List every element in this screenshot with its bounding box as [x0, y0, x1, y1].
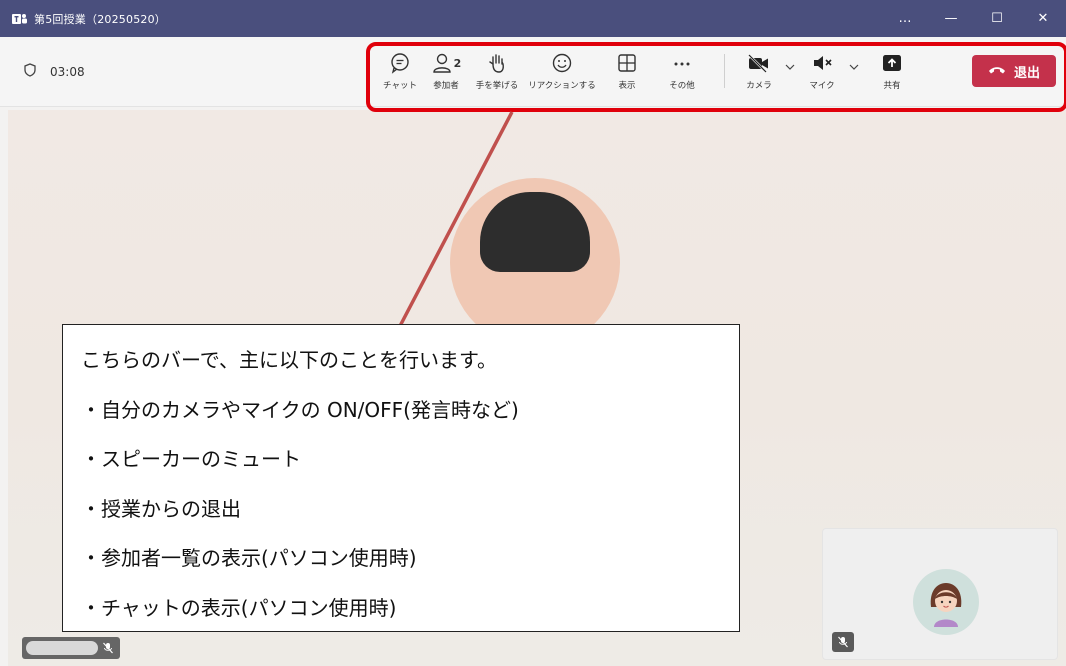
- reactions-button[interactable]: リアクションする: [522, 50, 602, 98]
- callout-line-participants: ・参加者一覧の表示(パソコン使用時): [81, 546, 417, 570]
- speaker-muted-icon: [811, 50, 833, 76]
- leave-label: 退出: [1013, 65, 1040, 81]
- share-label: 共有: [883, 81, 901, 91]
- teams-logo-icon: [12, 11, 28, 27]
- participant-mic-muted-icon: [98, 638, 118, 658]
- participants-button[interactable]: 2 参加者: [420, 50, 472, 98]
- meeting-toolbar: 03:08 チャット 2 参加者 手を挙げる リアクションする 表示 その他 カ…: [0, 37, 1066, 107]
- self-mic-muted-icon: [832, 632, 854, 652]
- chat-button[interactable]: チャット: [380, 50, 420, 98]
- shield-icon: [24, 63, 36, 80]
- chat-bubble-icon: [389, 50, 411, 76]
- callout-line-intro: こちらのバーで、主に以下のことを行います。: [81, 348, 497, 372]
- mic-options-chevron-icon[interactable]: [845, 54, 863, 80]
- callout-line-chat: ・チャットの表示(パソコン使用時): [81, 595, 397, 620]
- view-button[interactable]: 表示: [602, 50, 652, 98]
- camera-off-icon: [747, 50, 771, 76]
- people-icon: 2: [431, 50, 462, 76]
- redacted-name-bar: [26, 641, 98, 655]
- reactions-label: リアクションする: [528, 81, 596, 91]
- callout-line-speaker-mute: ・スピーカーのミュート: [81, 447, 301, 471]
- callout-line-camera-mic: ・自分のカメラやマイクの ON/OFF(発言時など): [81, 397, 519, 422]
- camera-label: カメラ: [746, 81, 772, 91]
- self-video-tile[interactable]: [822, 528, 1058, 660]
- camera-options-chevron-icon[interactable]: [781, 54, 799, 80]
- participant-name-tag: [22, 637, 120, 659]
- mic-toggle-button[interactable]: マイク: [799, 50, 845, 98]
- meeting-timer: 03:08: [24, 63, 85, 80]
- callout-line-leave: ・授業からの退出: [81, 496, 241, 521]
- smiley-icon: [551, 50, 573, 76]
- view-label: 表示: [618, 81, 636, 91]
- chat-label: チャット: [383, 81, 417, 91]
- raise-hand-button[interactable]: 手を挙げる: [472, 50, 522, 98]
- grid-view-icon: [616, 50, 638, 76]
- participant-count: 2: [453, 56, 462, 70]
- hand-icon: [486, 50, 508, 76]
- more-label: その他: [669, 81, 695, 91]
- maximize-button[interactable]: ☐: [974, 0, 1020, 37]
- toolbar-divider: [724, 54, 725, 88]
- minimize-button[interactable]: —: [928, 0, 974, 37]
- hang-up-phone-icon: [988, 64, 1006, 79]
- avatar-hair: [480, 192, 590, 272]
- more-window-options-button[interactable]: …: [882, 0, 928, 37]
- close-window-button[interactable]: ✕: [1020, 0, 1066, 37]
- mic-label: マイク: [809, 81, 835, 91]
- share-screen-icon: [881, 50, 903, 76]
- self-avatar-icon: [913, 569, 979, 635]
- title-bar: 第5回授業（20250520） … — ☐ ✕: [0, 0, 1066, 37]
- raise-hand-label: 手を挙げる: [475, 81, 519, 91]
- explanation-callout: こちらのバーで、主に以下のことを行います。 ・自分のカメラやマイクの ON/OF…: [62, 324, 740, 632]
- leave-button[interactable]: 退出: [972, 55, 1056, 87]
- camera-toggle-button[interactable]: カメラ: [737, 50, 781, 98]
- participant-avatar: [450, 178, 620, 348]
- share-button[interactable]: 共有: [863, 50, 921, 98]
- more-options-button[interactable]: その他: [652, 50, 712, 98]
- participants-label: 参加者: [433, 81, 459, 91]
- window-title: 第5回授業（20250520）: [34, 12, 166, 26]
- more-dots-icon: [671, 50, 693, 76]
- timer-text: 03:08: [50, 64, 85, 79]
